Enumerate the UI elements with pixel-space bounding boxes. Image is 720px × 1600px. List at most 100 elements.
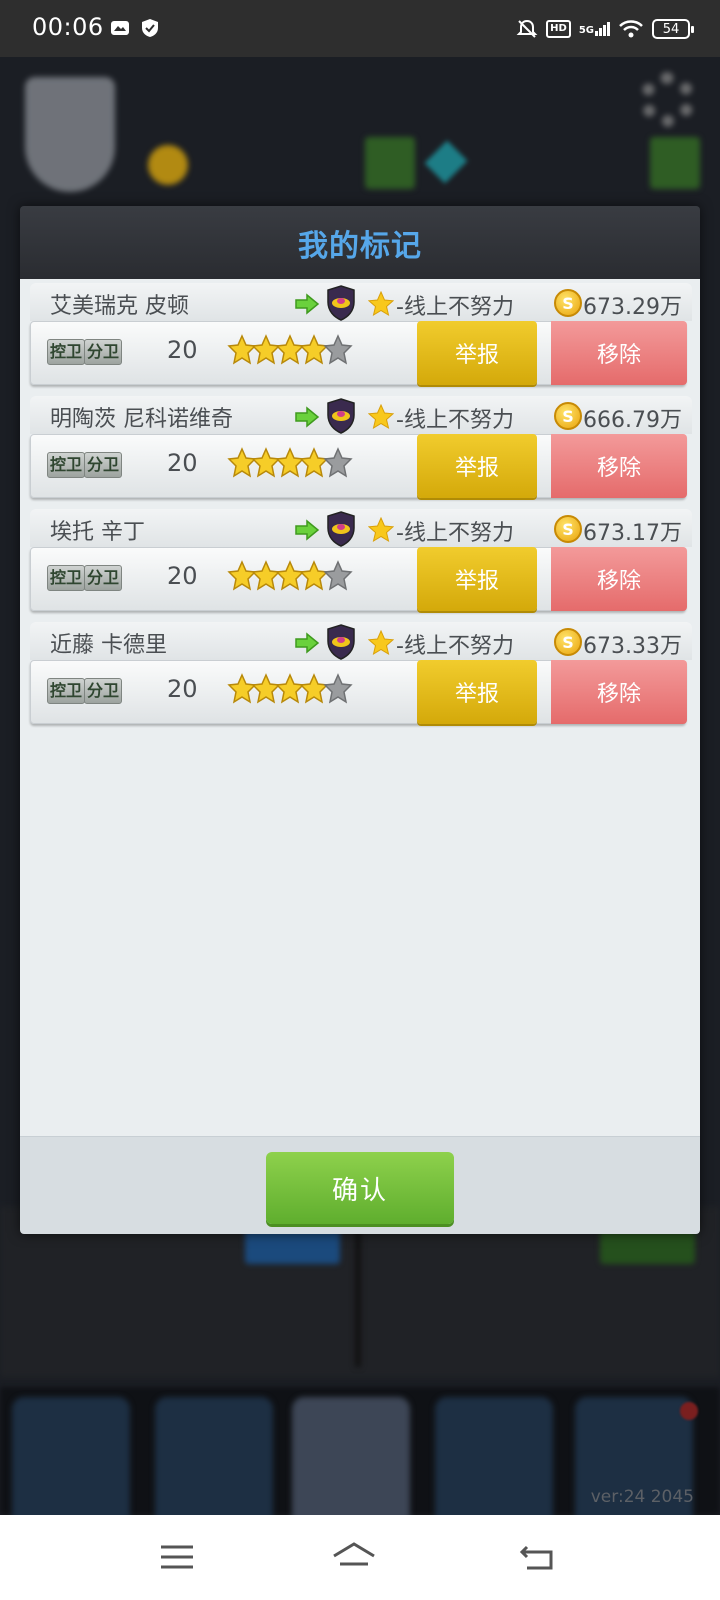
signal-icon: 5G <box>579 22 610 36</box>
star-rating <box>227 673 353 705</box>
player-age: 20 <box>167 562 198 590</box>
star-icon <box>368 404 394 430</box>
remove-button[interactable]: 移除 <box>551 434 687 498</box>
club-badge-icon <box>327 511 355 547</box>
green-arrow-icon <box>295 293 320 315</box>
menu-icon <box>161 1545 193 1569</box>
player-list: 艾美瑞克 皮顿 -线上不努力 S 673.29万 控卫 分卫 20 举报 移除 … <box>20 279 700 1136</box>
position-badge: 控卫 <box>47 678 86 704</box>
status-right: HD 5G 54 <box>516 14 694 44</box>
player-card-body: 控卫 分卫 20 举报 移除 <box>30 321 687 385</box>
wifi-icon <box>619 20 643 38</box>
star-rating <box>227 560 353 592</box>
star-rating <box>227 334 353 366</box>
menu-nav-button[interactable] <box>153 1537 201 1577</box>
rating-star-icon <box>323 673 353 704</box>
mute-bell-icon <box>516 19 538 38</box>
player-card-header: 埃托 辛丁 -线上不努力 S 673.17万 <box>30 509 692 547</box>
club-badge-icon <box>327 398 355 434</box>
player-card-body: 控卫 分卫 20 举报 移除 <box>30 547 687 611</box>
player-card-body: 控卫 分卫 20 举报 移除 <box>30 434 687 498</box>
tab-social-icon <box>435 1397 553 1515</box>
tab-recharge-icon <box>155 1397 273 1515</box>
player-card: 埃托 辛丁 -线上不努力 S 673.17万 控卫 分卫 20 举报 移除 <box>24 509 696 622</box>
home-icon <box>333 1542 375 1566</box>
coin-icon: S <box>554 628 582 656</box>
player-card: 明陶茨 尼科诺维奇 -线上不努力 S 666.79万 控卫 分卫 20 举报 移… <box>24 396 696 509</box>
tab-shop-icon <box>12 1397 130 1515</box>
dialog-footer: 确认 <box>20 1136 700 1234</box>
star-rating <box>227 447 353 479</box>
club-badge-icon <box>327 285 355 321</box>
player-age: 20 <box>167 675 198 703</box>
player-value: 673.33万 <box>583 634 682 659</box>
star-icon <box>368 630 394 656</box>
position-badge: 分卫 <box>84 565 123 591</box>
position-badge: 分卫 <box>84 452 123 478</box>
player-name: 艾美瑞克 皮顿 <box>50 294 189 319</box>
green-arrow-icon <box>295 632 320 654</box>
navigation-bar <box>0 1515 720 1600</box>
hd-badge: HD <box>546 20 571 38</box>
green-arrow-icon <box>295 406 320 428</box>
player-name: 近藤 卡德里 <box>50 633 167 658</box>
gold-coin-icon <box>148 145 188 185</box>
player-card: 近藤 卡德里 -线上不努力 S 673.33万 控卫 分卫 20 举报 移除 <box>24 622 696 735</box>
coin-icon: S <box>554 402 582 430</box>
message-icon <box>111 21 129 35</box>
add-coin-button <box>365 137 415 189</box>
team-name: -线上不努力 <box>396 408 514 433</box>
report-button[interactable]: 举报 <box>417 660 537 724</box>
battery-icon: 54 <box>652 19 694 39</box>
player-card-header: 近藤 卡德里 -线上不努力 S 673.33万 <box>30 622 692 660</box>
dialog-title: 我的标记 <box>298 228 422 264</box>
gear-icon <box>640 72 695 127</box>
my-marks-dialog: 我的标记 艾美瑞克 皮顿 -线上不努力 S 673.29万 控卫 分卫 20 举… <box>20 206 700 1234</box>
team-name: -线上不努力 <box>396 634 514 659</box>
status-bar: 00:06 HD 5G 54 <box>0 0 720 57</box>
position-badge: 控卫 <box>47 565 86 591</box>
player-card-header: 艾美瑞克 皮顿 -线上不努力 S 673.29万 <box>30 283 692 321</box>
player-age: 20 <box>167 336 198 364</box>
remove-button[interactable]: 移除 <box>551 321 687 385</box>
green-arrow-icon <box>295 519 320 541</box>
report-button[interactable]: 举报 <box>417 547 537 611</box>
remove-button[interactable]: 移除 <box>551 547 687 611</box>
player-value: 673.29万 <box>583 295 682 320</box>
position-badge: 控卫 <box>47 339 86 365</box>
back-icon <box>519 1545 553 1570</box>
confirm-button[interactable]: 确认 <box>266 1152 454 1224</box>
player-value: 666.79万 <box>583 408 682 433</box>
back-nav-button[interactable] <box>514 1537 562 1577</box>
star-icon <box>368 291 394 317</box>
player-name: 明陶茨 尼科诺维奇 <box>50 407 233 432</box>
rating-star-icon <box>323 560 353 591</box>
report-button[interactable]: 举报 <box>417 321 537 385</box>
add-gem-button <box>650 137 700 189</box>
coin-icon: S <box>554 515 582 543</box>
home-nav-button[interactable] <box>330 1537 378 1577</box>
team-name: -线上不努力 <box>396 521 514 546</box>
report-button[interactable]: 举报 <box>417 434 537 498</box>
rating-star-icon <box>323 447 353 478</box>
notification-dot <box>680 1402 698 1420</box>
player-value: 673.17万 <box>583 521 682 546</box>
position-badge: 分卫 <box>84 678 123 704</box>
player-card-header: 明陶茨 尼科诺维奇 -线上不努力 S 666.79万 <box>30 396 692 434</box>
gem-icon <box>424 140 468 184</box>
team-crest-icon <box>25 77 115 192</box>
player-age: 20 <box>167 449 198 477</box>
player-card-body: 控卫 分卫 20 举报 移除 <box>30 660 687 724</box>
position-badge: 分卫 <box>84 339 123 365</box>
player-name: 埃托 辛丁 <box>50 520 145 545</box>
club-badge-icon <box>327 624 355 660</box>
network-label: 5G <box>578 25 594 36</box>
tab-court-icon <box>292 1397 410 1515</box>
star-icon <box>368 517 394 543</box>
position-badge: 控卫 <box>47 452 86 478</box>
coin-icon: S <box>554 289 582 317</box>
version-label: ver:24 2045 <box>590 1487 694 1507</box>
shield-status-icon <box>142 19 158 37</box>
status-time: 00:06 <box>32 13 104 41</box>
remove-button[interactable]: 移除 <box>551 660 687 724</box>
